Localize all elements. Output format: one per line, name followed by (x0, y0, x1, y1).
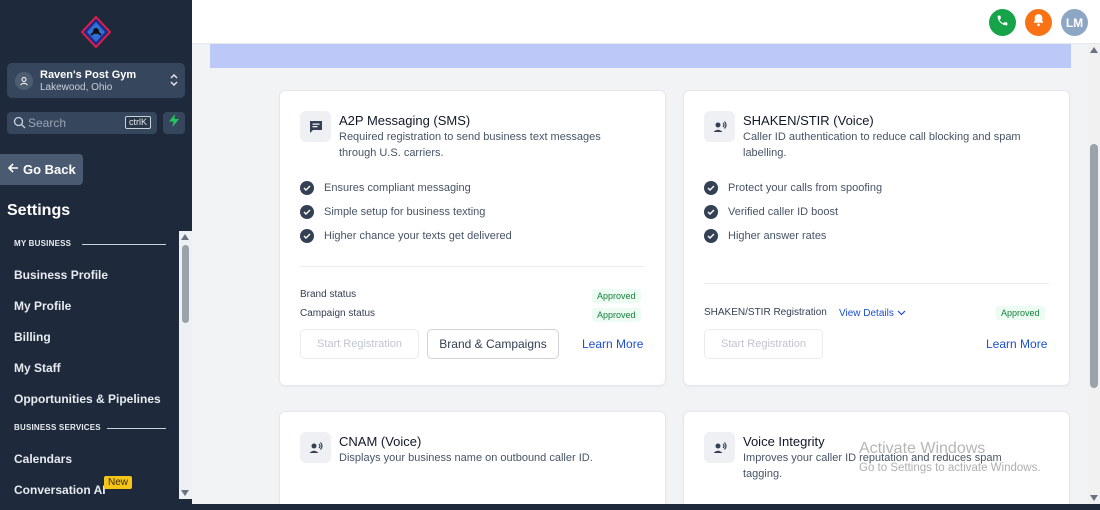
scroll-down-icon[interactable] (1090, 495, 1098, 501)
search-placeholder: Search (28, 116, 67, 130)
view-details-link[interactable]: View Details (839, 308, 906, 319)
feature-label: Verified caller ID boost (728, 206, 839, 218)
campaign-status-label: Campaign status (300, 308, 376, 319)
divider (704, 283, 1049, 284)
brand-status-badge: Approved (592, 289, 641, 303)
feature-label: Protect your calls from spoofing (728, 182, 883, 194)
check-circle-icon (300, 181, 314, 195)
card-description: Displays your business name on outbound … (339, 452, 593, 464)
feature-label: Ensures compliant messaging (324, 182, 471, 194)
sidebar-item-billing[interactable]: Billing (14, 330, 51, 344)
section-divider (82, 244, 166, 245)
feature-item: Verified caller ID boost (704, 205, 838, 219)
user-avatar[interactable]: LM (1061, 9, 1088, 36)
check-circle-icon (704, 205, 718, 219)
scrollbar-thumb[interactable] (182, 245, 189, 323)
brand-status-label: Brand status (300, 289, 357, 300)
card-description: Caller ID authentication to reduce call … (743, 131, 1021, 159)
settings-title: Settings (7, 202, 71, 219)
feature-label: Higher answer rates (728, 230, 827, 242)
sidebar-item-conversation-ai[interactable]: Conversation AI (14, 483, 106, 497)
cnam-card: CNAM (Voice) Displays your business name… (279, 411, 666, 510)
voice-integrity-card: Voice Integrity Improves your caller ID … (683, 411, 1070, 510)
main-scrollbar[interactable] (1088, 44, 1100, 504)
scroll-up-icon[interactable] (181, 234, 189, 240)
learn-more-link[interactable]: Learn More (582, 337, 643, 351)
check-circle-icon (704, 229, 718, 243)
sidebar-scrollbar[interactable] (179, 231, 192, 499)
brand-campaigns-button[interactable]: Brand & Campaigns (427, 329, 559, 359)
shaken-stir-card: SHAKEN/STIR (Voice) Caller ID authentica… (683, 90, 1070, 386)
quick-action-button[interactable] (163, 112, 185, 134)
phone-button[interactable] (989, 9, 1016, 36)
sidebar-item-my-profile[interactable]: My Profile (14, 299, 71, 313)
scrollbar-thumb[interactable] (1090, 144, 1098, 388)
registration-status-badge: Approved (996, 306, 1045, 320)
activate-windows-subtext: Go to Settings to activate Windows. (859, 462, 1041, 474)
card-title: CNAM (Voice) (339, 434, 422, 449)
go-back-button[interactable]: Go Back (0, 154, 83, 185)
card-description: Required registration to send business t… (339, 131, 601, 159)
info-banner (210, 44, 1071, 68)
start-registration-button[interactable]: Start Registration (300, 329, 419, 359)
feature-item: Higher answer rates (704, 229, 826, 243)
new-badge: New (104, 476, 133, 489)
sidebar-item-opportunities[interactable]: Opportunities & Pipelines (14, 392, 161, 406)
card-title: SHAKEN/STIR (Voice) (743, 113, 874, 128)
sidebar-item-business-profile[interactable]: Business Profile (14, 268, 108, 282)
brand-logo-icon[interactable] (80, 15, 112, 49)
arrow-left-icon (7, 162, 19, 177)
notifications-button[interactable] (1025, 9, 1052, 36)
voice-icon (704, 111, 735, 142)
section-my-business: MY BUSINESS (14, 239, 72, 248)
voice-icon (300, 432, 331, 463)
feature-item: Protect your calls from spoofing (704, 181, 882, 195)
search-shortcut: ctrlK (125, 116, 151, 129)
location-icon (15, 72, 33, 90)
feature-label: Simple setup for business texting (324, 206, 486, 218)
campaign-status-badge: Approved (592, 308, 641, 322)
check-circle-icon (300, 205, 314, 219)
search-input[interactable]: Search ctrlK (7, 112, 157, 134)
phone-icon (996, 14, 1009, 32)
scroll-down-icon[interactable] (181, 490, 189, 496)
location-subtitle: Lakewood, Ohio (40, 82, 113, 93)
a2p-messaging-card: A2P Messaging (SMS) Required registratio… (279, 90, 666, 386)
voice-icon (704, 432, 735, 463)
sidebar-item-my-staff[interactable]: My Staff (14, 361, 61, 375)
feature-item: Simple setup for business texting (300, 205, 485, 219)
divider (300, 266, 645, 267)
sidebar: Raven's Post Gym Lakewood, Ohio Search c… (0, 0, 192, 510)
location-name: Raven's Post Gym (40, 69, 137, 81)
card-title: A2P Messaging (SMS) (339, 113, 471, 128)
feature-item: Ensures compliant messaging (300, 181, 471, 195)
chevron-updown-icon (169, 71, 179, 89)
check-circle-icon (300, 229, 314, 243)
check-circle-icon (704, 181, 718, 195)
section-business-services: BUSINESS SERVICES (14, 423, 101, 432)
learn-more-link[interactable]: Learn More (986, 337, 1047, 351)
bell-icon (1032, 13, 1045, 32)
go-back-label: Go Back (23, 162, 76, 177)
scroll-up-icon[interactable] (1090, 47, 1098, 53)
activate-windows-watermark: Activate Windows (859, 440, 986, 457)
section-divider (107, 428, 166, 429)
view-details-label: View Details (839, 308, 894, 319)
bolt-icon (169, 114, 179, 132)
card-title: Voice Integrity (743, 434, 825, 449)
taskbar-edge (192, 504, 1100, 510)
chevron-down-icon (897, 308, 906, 319)
top-bar: LM (192, 0, 1100, 44)
location-switcher[interactable]: Raven's Post Gym Lakewood, Ohio (7, 63, 185, 98)
message-icon (300, 111, 331, 142)
start-registration-button[interactable]: Start Registration (704, 329, 823, 359)
search-icon (13, 116, 26, 129)
sidebar-item-calendars[interactable]: Calendars (14, 452, 72, 466)
shaken-stir-registration-label: SHAKEN/STIR Registration (704, 307, 827, 318)
feature-label: Higher chance your texts get delivered (324, 230, 512, 242)
feature-item: Higher chance your texts get delivered (300, 229, 512, 243)
